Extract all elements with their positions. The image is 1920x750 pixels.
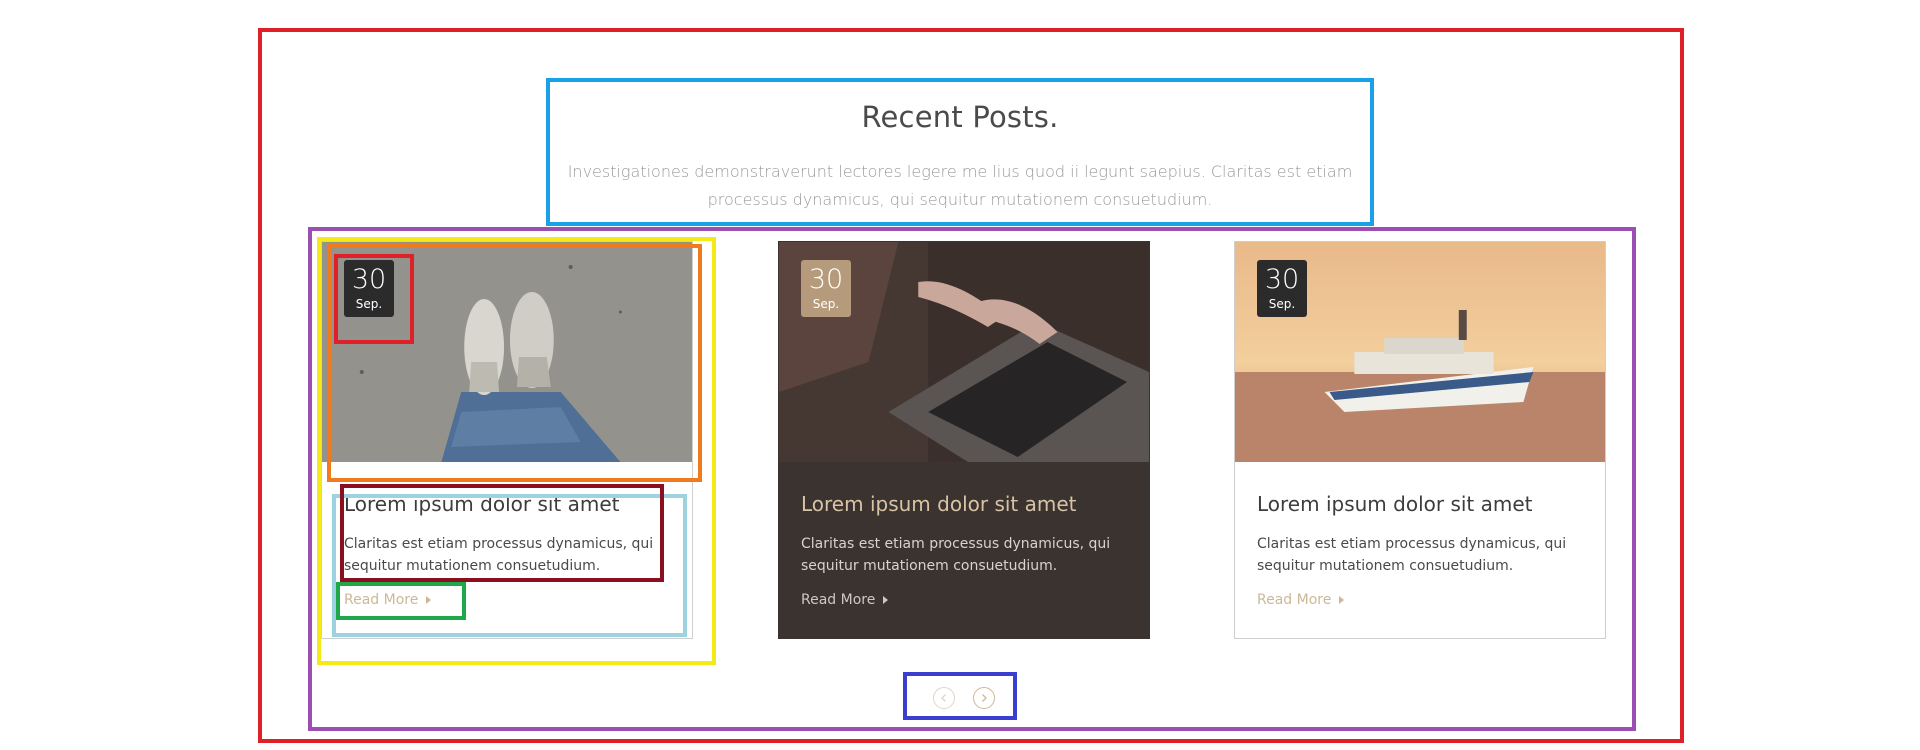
- section-title: Recent Posts.: [861, 100, 1059, 134]
- caret-right-icon: [883, 596, 889, 604]
- post-date-day: 30: [351, 264, 387, 295]
- post-date-badge: 30 Sep.: [1257, 260, 1307, 317]
- post-card[interactable]: 30 Sep. Lorem ipsum dolor sit amet Clari…: [321, 241, 693, 639]
- post-date-badge: 30 Sep.: [801, 260, 851, 317]
- post-date-day: 30: [808, 264, 844, 295]
- read-more-label: Read More: [801, 592, 876, 608]
- post-excerpt: Claritas est etiam processus dynamicus, …: [344, 536, 654, 574]
- post-date-badge: 30 Sep.: [344, 260, 394, 317]
- post-title[interactable]: Lorem ipsum dolor sit amet: [344, 492, 674, 516]
- post-excerpt: Claritas est etiam processus dynamicus, …: [801, 536, 1111, 574]
- post-image[interactable]: 30 Sep.: [1235, 242, 1605, 462]
- post-title[interactable]: Lorem ipsum dolor sit amet: [801, 492, 1131, 516]
- post-body: Lorem ipsum dolor sit amet Claritas est …: [1257, 492, 1587, 608]
- post-date-month: Sep.: [812, 297, 840, 311]
- carousel-next-button[interactable]: [973, 687, 995, 709]
- read-more-link[interactable]: Read More: [801, 592, 889, 608]
- post-date-month: Sep.: [1268, 297, 1296, 311]
- read-more-link[interactable]: Read More: [1257, 592, 1345, 608]
- post-title[interactable]: Lorem ipsum dolor sit amet: [1257, 492, 1587, 516]
- read-more-link[interactable]: Read More: [344, 592, 432, 608]
- read-more-label: Read More: [344, 592, 419, 608]
- post-image[interactable]: 30 Sep.: [779, 242, 1149, 462]
- post-excerpt: Claritas est etiam processus dynamicus, …: [1257, 536, 1567, 574]
- read-more-label: Read More: [1257, 592, 1332, 608]
- chevron-right-icon: [982, 694, 987, 702]
- section-header: Recent Posts. Investigationes demonstrav…: [546, 78, 1374, 226]
- post-body: Lorem ipsum dolor sit amet Claritas est …: [344, 492, 674, 608]
- post-image[interactable]: 30 Sep.: [322, 242, 692, 462]
- carousel-prev-button[interactable]: [933, 687, 955, 709]
- post-card[interactable]: 30 Sep. Lorem ipsum dolor sit amet Clari…: [1234, 241, 1606, 639]
- caret-right-icon: [426, 596, 432, 604]
- carousel-nav: [911, 676, 1017, 720]
- section-description: Investigationes demonstraverunt lectores…: [567, 162, 1353, 209]
- chevron-left-icon: [941, 694, 946, 702]
- post-date-month: Sep.: [355, 297, 383, 311]
- caret-right-icon: [1339, 596, 1345, 604]
- post-date-day: 30: [1264, 264, 1300, 295]
- post-card[interactable]: 30 Sep. Lorem ipsum dolor sit amet Clari…: [778, 241, 1150, 639]
- post-body: Lorem ipsum dolor sit amet Claritas est …: [801, 492, 1131, 608]
